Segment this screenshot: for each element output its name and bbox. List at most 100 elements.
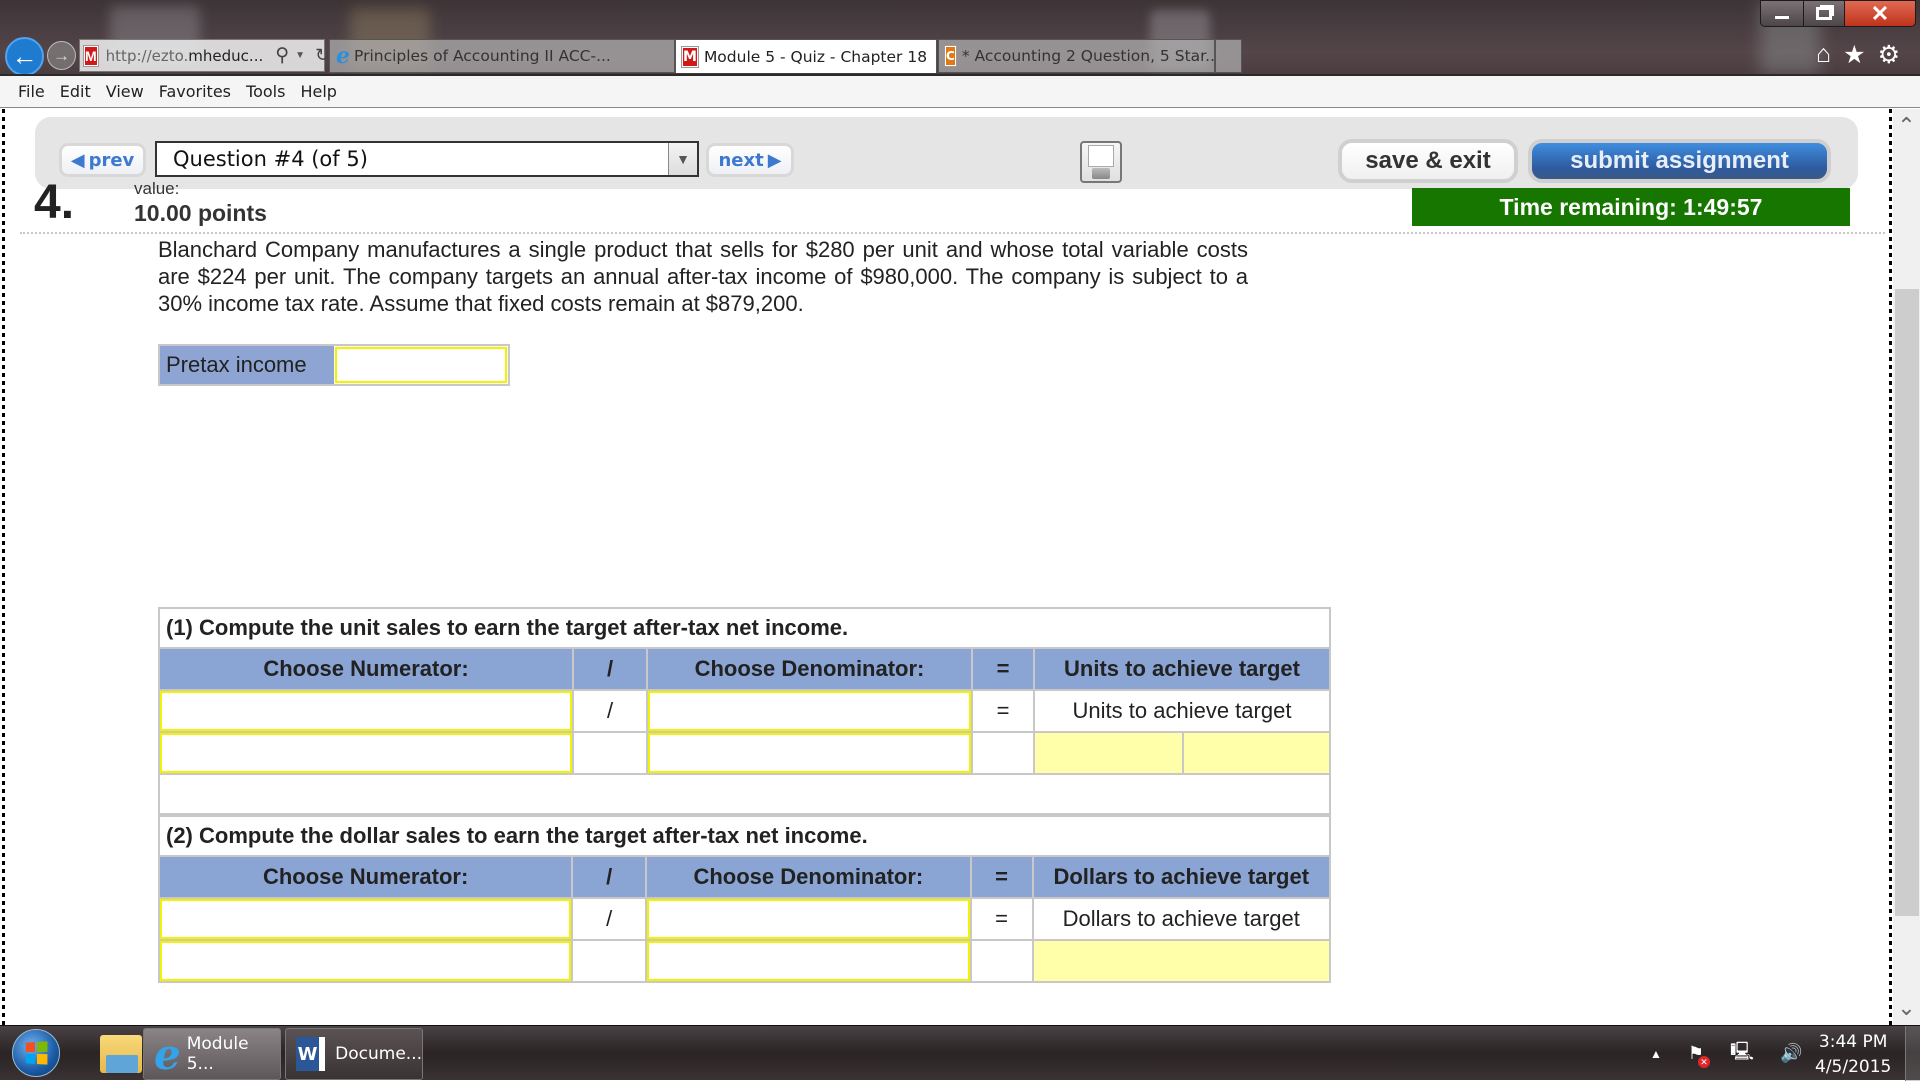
numerator-input[interactable] xyxy=(158,731,574,775)
refresh-icon[interactable]: ↻ xyxy=(315,45,330,66)
empty-cell xyxy=(572,731,648,775)
header-equals: = xyxy=(971,647,1035,691)
back-button[interactable]: ← xyxy=(5,37,44,74)
empty-cell xyxy=(571,939,648,983)
address-bar[interactable]: M http://ezto.mheduc... ⚲ ▼ ↻ xyxy=(79,39,330,72)
home-icon[interactable]: ⌂ xyxy=(1816,40,1831,70)
menu-help[interactable]: Help xyxy=(300,82,336,101)
denominator-input[interactable] xyxy=(646,731,973,775)
spacer-row xyxy=(158,773,1331,815)
close-window-button[interactable]: ✕ xyxy=(1844,0,1916,27)
chegg-c-icon: C xyxy=(945,46,956,66)
network-icon[interactable]: 🖳 xyxy=(1730,1039,1754,1069)
question-value-label: value: xyxy=(134,179,180,198)
show-hidden-icons-icon[interactable]: ▲ xyxy=(1650,1047,1662,1061)
numerator-input[interactable] xyxy=(157,939,574,983)
save-exit-button[interactable]: save & exit xyxy=(1338,139,1518,183)
arrow-left-icon: ← xyxy=(11,41,38,71)
favorites-star-icon[interactable]: ★ xyxy=(1843,40,1865,70)
vertical-scrollbar[interactable]: ⌃ ⌄ xyxy=(1893,109,1920,1025)
part2-title: (2) Compute the dollar sales to earn the… xyxy=(158,815,1331,857)
table-row xyxy=(157,939,1332,983)
question-points: 10.00 points xyxy=(134,200,267,226)
units-result-input[interactable] xyxy=(1033,731,1184,775)
dollar-sales-table: (2) Compute the dollar sales to earn the… xyxy=(157,815,1332,983)
empty-cell xyxy=(969,939,1034,983)
restore-button[interactable] xyxy=(1803,0,1845,27)
restore-icon xyxy=(1816,7,1832,20)
menu-file[interactable]: File xyxy=(18,82,45,101)
show-desktop-button[interactable] xyxy=(1905,1026,1920,1081)
tab-label: Module 5 - Quiz - Chapter 18 xyxy=(703,47,928,66)
prev-button[interactable]: ◀ prev xyxy=(59,143,146,177)
tab-label: * Accounting 2 Question, 5 Star... xyxy=(961,47,1215,65)
internet-explorer-icon: e xyxy=(154,1029,181,1079)
close-icon: ✕ xyxy=(1870,0,1890,26)
clock-time: 3:44 PM xyxy=(1818,1032,1888,1052)
address-url[interactable]: http://ezto.mheduc... xyxy=(106,47,264,65)
dollars-result-input[interactable] xyxy=(1031,939,1332,983)
start-button[interactable] xyxy=(12,1029,60,1077)
tab-module-5-quiz[interactable]: M Module 5 - Quiz - Chapter 18 × xyxy=(675,39,937,73)
action-center-flag-icon[interactable]: ⚑ ✕ xyxy=(1688,1043,1711,1068)
focus-border-right xyxy=(1889,109,1892,1025)
header-numerator: Choose Numerator: xyxy=(158,647,574,691)
question-number: 4. xyxy=(34,176,75,229)
header-denominator: Choose Denominator: xyxy=(645,855,972,899)
dropdown-arrow-icon[interactable]: ▼ xyxy=(668,143,697,175)
minimize-icon xyxy=(1774,15,1790,20)
tab-accounting-2-question[interactable]: C * Accounting 2 Question, 5 Star... xyxy=(938,39,1215,73)
chevron-down-icon[interactable]: ▼ xyxy=(295,50,305,61)
menu-bar: File Edit View Favorites Tools Help xyxy=(0,74,1920,108)
header-numerator: Choose Numerator: xyxy=(157,855,574,899)
tab-label: Principles of Accounting II ACC-... xyxy=(354,47,611,65)
search-icon[interactable]: ⚲ xyxy=(275,44,289,67)
equals-sign: = xyxy=(971,689,1035,733)
arrow-right-icon: → xyxy=(53,45,70,65)
menu-tools[interactable]: Tools xyxy=(246,82,285,101)
units-result-input-2[interactable] xyxy=(1182,731,1331,775)
part1-title: (1) Compute the unit sales to earn the t… xyxy=(158,607,1331,649)
denominator-select[interactable] xyxy=(645,897,972,941)
save-floppy-icon[interactable] xyxy=(1080,141,1122,183)
next-button[interactable]: next ▶ xyxy=(706,143,794,177)
scroll-down-icon[interactable]: ⌄ xyxy=(1893,995,1920,1020)
divide-sign: / xyxy=(572,689,648,733)
volume-icon[interactable]: 🔊 xyxy=(1780,1043,1802,1064)
menu-favorites[interactable]: Favorites xyxy=(159,82,231,101)
scroll-up-icon[interactable]: ⌃ xyxy=(1893,113,1920,138)
menu-edit[interactable]: Edit xyxy=(60,82,91,101)
quiz-navigation-bar: ◀ prev Question #4 (of 5) ▼ next ▶ save … xyxy=(35,117,1858,189)
taskbar-item-word[interactable]: W Docume... xyxy=(285,1028,423,1080)
table-row xyxy=(158,731,1331,775)
new-tab-button[interactable] xyxy=(1215,39,1242,73)
numerator-select[interactable] xyxy=(158,689,574,733)
table-header-row: Choose Numerator: / Choose Denominator: … xyxy=(157,855,1332,899)
tab-principles-of-accounting[interactable]: e Principles of Accounting II ACC-... xyxy=(329,39,675,73)
mcgraw-hill-m-icon: M xyxy=(84,45,98,66)
numerator-select[interactable] xyxy=(157,897,574,941)
time-remaining-badge: Time remaining: 1:49:57 xyxy=(1412,188,1850,226)
empty-cell xyxy=(971,731,1035,775)
table-row: / = Units to achieve target xyxy=(158,689,1331,733)
pretax-income-input[interactable] xyxy=(335,347,507,383)
header-result: Dollars to achieve target xyxy=(1031,855,1332,899)
settings-gear-icon[interactable]: ⚙ xyxy=(1878,40,1900,70)
taskbar-item-ie[interactable]: e Module 5... xyxy=(143,1028,281,1080)
header-divide: / xyxy=(572,647,648,691)
focus-border-left xyxy=(2,109,5,1025)
menu-view[interactable]: View xyxy=(106,82,144,101)
submit-assignment-button[interactable]: submit assignment xyxy=(1528,139,1831,183)
minimize-button[interactable] xyxy=(1760,0,1804,27)
denominator-input[interactable] xyxy=(645,939,972,983)
denominator-select[interactable] xyxy=(646,689,973,733)
equals-sign: = xyxy=(969,897,1034,941)
system-tray: ▲ ⚑ ✕ 🖳 🔊 xyxy=(1650,1026,1802,1081)
word-icon: W xyxy=(296,1037,326,1071)
scrollbar-thumb[interactable] xyxy=(1895,289,1919,916)
caret-right-icon: ▶ xyxy=(767,149,782,171)
windows-taskbar: e Module 5... W Docume... ▲ ⚑ ✕ 🖳 🔊 3:44 … xyxy=(0,1025,1920,1081)
clock[interactable]: 3:44 PM 4/5/2015 xyxy=(1815,1030,1891,1080)
question-selector[interactable]: Question #4 (of 5) ▼ xyxy=(155,141,699,177)
forward-button[interactable]: → xyxy=(47,41,76,70)
